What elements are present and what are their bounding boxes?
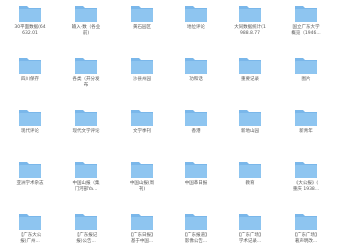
folder-grid: 30平面数据(64 632.01 输入·数（各业 前) 黄石园区 地位评论 大同… — [0, 0, 340, 252]
folder-item[interactable]: 功和话 — [170, 56, 222, 83]
folder-item[interactable]: 中国革日报 — [170, 160, 222, 187]
folder-label: 中国山报（集 门河部Ya... — [72, 181, 100, 192]
folder-label: 各类（开分发 布 — [72, 77, 100, 88]
folder-icon — [19, 6, 41, 22]
folder-icon — [131, 162, 153, 178]
folder-icon — [239, 214, 261, 230]
folder-icon — [239, 6, 261, 22]
folder-icon — [131, 58, 153, 74]
folder-label: 新青年 — [299, 129, 313, 134]
folder-icon — [75, 6, 97, 22]
folder-item[interactable]: 新青年 — [280, 108, 332, 135]
folder-item[interactable]: 四川保存 — [4, 56, 56, 83]
folder-item[interactable]: 中国山报(周 刊) — [116, 160, 168, 193]
folder-label: 【广东日报】 基于中国... — [128, 233, 156, 244]
folder-label: 亚洲学术杂志 — [16, 181, 44, 186]
folder-icon — [295, 110, 317, 126]
folder-item[interactable]: 国立广东大学 概览（1946... — [280, 4, 332, 37]
folder-item[interactable]: 亚洲学术杂志 — [4, 160, 56, 187]
folder-icon — [239, 162, 261, 178]
folder-item[interactable]: 香港 — [170, 108, 222, 135]
folder-label: 中国革日报 — [184, 181, 208, 186]
folder-item[interactable]: 30平面数据(64 632.01 — [4, 4, 56, 37]
folder-icon — [185, 110, 207, 126]
folder-item[interactable]: 【广东广场】 著声明改... — [280, 212, 332, 245]
folder-icon — [295, 162, 317, 178]
folder-item[interactable]: 现代评论 — [4, 108, 56, 135]
folder-icon — [295, 214, 317, 230]
folder-icon — [19, 162, 41, 178]
folder-item[interactable]: 《大公报》( 重庆 1938... — [280, 160, 332, 193]
folder-label: 《大公报》( 重庆 1938... — [292, 181, 320, 192]
folder-icon — [131, 214, 153, 230]
folder-label: 图片 — [301, 77, 311, 82]
folder-label: 30平面数据(64 632.01 — [14, 25, 46, 36]
folder-label: 沙县州园 — [133, 77, 151, 82]
folder-icon — [295, 6, 317, 22]
folder-item[interactable]: 沙县州园 — [116, 56, 168, 83]
folder-item[interactable]: 大同数据统计(1 988.8.77 — [224, 4, 276, 37]
folder-item[interactable]: 文学季刊 — [116, 108, 168, 135]
folder-icon — [75, 162, 97, 178]
folder-icon — [75, 58, 97, 74]
folder-item[interactable]: 现代文学评论 — [60, 108, 112, 135]
folder-icon — [131, 110, 153, 126]
folder-icon — [239, 110, 261, 126]
folder-label: 输入·数（各业 前) — [71, 25, 101, 36]
folder-label: 香港 — [191, 129, 201, 134]
folder-icon — [185, 214, 207, 230]
folder-item[interactable]: 【广东日报】 基于中国... — [116, 212, 168, 245]
folder-item[interactable]: 黄石园区 — [116, 4, 168, 31]
folder-label: 地位评论 — [187, 25, 205, 30]
folder-item[interactable]: 【广东报道】 影像公告... — [170, 212, 222, 245]
folder-item[interactable]: 各类（开分发 布 — [60, 56, 112, 89]
folder-label: 现代评论 — [21, 129, 39, 134]
folder-label: 黄石园区 — [133, 25, 151, 30]
folder-icon — [185, 162, 207, 178]
folder-label: 【广东报记 报)公告... — [74, 233, 98, 244]
folder-item[interactable]: 图片 — [280, 56, 332, 83]
folder-item[interactable]: 新地山园 — [224, 108, 276, 135]
folder-item[interactable]: 地位评论 — [170, 4, 222, 31]
folder-item[interactable]: 【广东报记 报)公告... — [60, 212, 112, 245]
folder-label: 教育 — [245, 181, 255, 186]
folder-label: 【广东广场】 学术记录... — [236, 233, 264, 244]
folder-label: 功和话 — [189, 77, 203, 82]
folder-icon — [185, 58, 207, 74]
folder-label: 【广东报道】 影像公告... — [182, 233, 210, 244]
folder-icon — [75, 110, 97, 126]
folder-label: 国立广东大学 概览（1946... — [291, 25, 321, 36]
folder-icon — [131, 6, 153, 22]
folder-item[interactable]: 教育 — [224, 160, 276, 187]
folder-item[interactable]: 【广东大公 报)广州... — [4, 212, 56, 245]
folder-icon — [295, 58, 317, 74]
folder-icon — [19, 58, 41, 74]
folder-item[interactable]: 重要记录 — [224, 56, 276, 83]
folder-label: 文学季刊 — [133, 129, 151, 134]
folder-item[interactable]: 输入·数（各业 前) — [60, 4, 112, 37]
folder-item[interactable]: 【广东广场】 学术记录... — [224, 212, 276, 245]
folder-icon — [185, 6, 207, 22]
folder-label: 重要记录 — [241, 77, 259, 82]
folder-label: 大同数据统计(1 988.8.77 — [234, 25, 266, 36]
folder-icon — [75, 214, 97, 230]
folder-label: 现代文学评论 — [72, 129, 100, 134]
folder-icon — [19, 214, 41, 230]
folder-label: 【广东广场】 著声明改... — [292, 233, 320, 244]
folder-label: 【广东大公 报)广州... — [18, 233, 42, 244]
folder-icon — [239, 58, 261, 74]
folder-label: 新地山园 — [241, 129, 259, 134]
folder-icon — [19, 110, 41, 126]
folder-label: 四川保存 — [21, 77, 39, 82]
folder-label: 中国山报(周 刊) — [129, 181, 155, 192]
folder-item[interactable]: 中国山报（集 门河部Ya... — [60, 160, 112, 193]
